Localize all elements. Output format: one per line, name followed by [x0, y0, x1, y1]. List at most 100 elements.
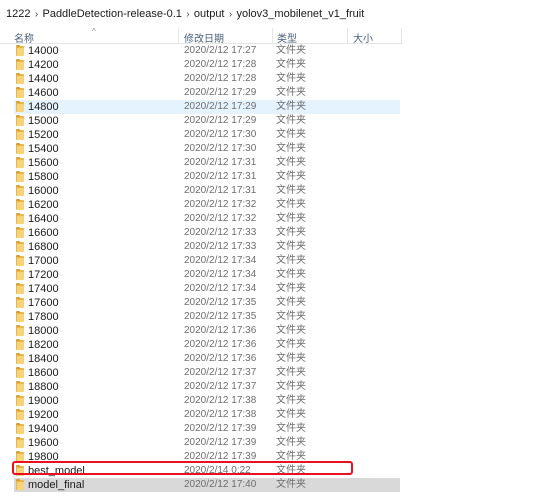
breadcrumb-item-1222[interactable]: 1222 [6, 8, 30, 20]
file-row[interactable]: 17400 2020/2/12 17:34 文件夹 [14, 282, 400, 296]
file-type: 文件夹 [276, 269, 306, 280]
file-modified-date: 2020/2/12 17:31 [184, 171, 257, 182]
folder-icon [16, 157, 24, 168]
file-row[interactable]: 17200 2020/2/12 17:34 文件夹 [14, 268, 400, 282]
file-modified-date: 2020/2/12 17:39 [184, 437, 257, 448]
file-name: 16200 [28, 199, 59, 211]
file-row[interactable]: 18800 2020/2/12 17:37 文件夹 [14, 380, 400, 394]
column-divider[interactable] [347, 28, 348, 44]
file-type: 文件夹 [276, 171, 306, 182]
file-row[interactable]: 14200 2020/2/12 17:28 文件夹 [14, 58, 400, 72]
file-name: model_final [28, 479, 85, 491]
folder-icon [16, 381, 24, 392]
file-row[interactable]: 16400 2020/2/12 17:32 文件夹 [14, 212, 400, 226]
file-row[interactable]: 17000 2020/2/12 17:34 文件夹 [14, 254, 400, 268]
file-type: 文件夹 [276, 255, 306, 266]
file-name: 17000 [28, 255, 59, 267]
file-row[interactable]: 15800 2020/2/12 17:31 文件夹 [14, 170, 400, 184]
file-row[interactable]: 18200 2020/2/12 17:36 文件夹 [14, 338, 400, 352]
column-header-date[interactable]: 修改日期 [184, 30, 224, 45]
file-modified-date: 2020/2/12 17:28 [184, 59, 257, 70]
file-modified-date: 2020/2/12 17:35 [184, 311, 257, 322]
file-type: 文件夹 [276, 129, 306, 140]
file-row[interactable]: 18000 2020/2/12 17:36 文件夹 [14, 324, 400, 338]
file-row[interactable]: 16200 2020/2/12 17:32 文件夹 [14, 198, 400, 212]
column-divider[interactable] [272, 28, 273, 44]
chevron-right-icon: › [228, 8, 233, 20]
file-modified-date: 2020/2/12 17:29 [184, 87, 257, 98]
column-header-type[interactable]: 类型 [277, 30, 297, 45]
breadcrumb-item-output[interactable]: output [194, 8, 225, 20]
folder-icon [16, 283, 24, 294]
file-name: 16000 [28, 185, 59, 197]
file-name: 15200 [28, 129, 59, 141]
file-modified-date: 2020/2/12 17:37 [184, 381, 257, 392]
file-type: 文件夹 [276, 437, 306, 448]
folder-icon [16, 227, 24, 238]
file-modified-date: 2020/2/12 17:38 [184, 395, 257, 406]
folder-icon [16, 311, 24, 322]
folder-icon [16, 409, 24, 420]
folder-icon [16, 297, 24, 308]
file-row[interactable]: model_final 2020/2/12 17:40 文件夹 [14, 478, 400, 492]
file-modified-date: 2020/2/12 17:30 [184, 143, 257, 154]
file-row[interactable]: 14400 2020/2/12 17:28 文件夹 [14, 72, 400, 86]
file-row[interactable]: 14600 2020/2/12 17:29 文件夹 [14, 86, 400, 100]
file-name: 17600 [28, 297, 59, 309]
file-type: 文件夹 [276, 311, 306, 322]
file-row[interactable]: 19400 2020/2/12 17:39 文件夹 [14, 422, 400, 436]
file-name: 17200 [28, 269, 59, 281]
file-type: 文件夹 [276, 157, 306, 168]
breadcrumb-item-paddledetection[interactable]: PaddleDetection-release-0.1 [42, 8, 181, 20]
column-divider[interactable] [401, 28, 402, 44]
file-row[interactable]: 14800 2020/2/12 17:29 文件夹 [14, 100, 400, 114]
file-type: 文件夹 [276, 87, 306, 98]
file-name: 15600 [28, 157, 59, 169]
file-row[interactable]: 15600 2020/2/12 17:31 文件夹 [14, 156, 400, 170]
file-row[interactable]: 15400 2020/2/12 17:30 文件夹 [14, 142, 400, 156]
column-divider[interactable] [178, 28, 179, 44]
file-type: 文件夹 [276, 479, 306, 490]
file-modified-date: 2020/2/12 17:32 [184, 199, 257, 210]
file-type: 文件夹 [276, 339, 306, 350]
breadcrumb-item-current[interactable]: yolov3_mobilenet_v1_fruit [237, 8, 365, 20]
file-row[interactable]: 16600 2020/2/12 17:33 文件夹 [14, 226, 400, 240]
file-name: 15400 [28, 143, 59, 155]
column-header-size[interactable]: 大小 [353, 30, 373, 45]
file-modified-date: 2020/2/12 17:36 [184, 339, 257, 350]
file-row[interactable]: 14000 2020/2/12 17:27 文件夹 [14, 44, 400, 58]
file-name: 17400 [28, 283, 59, 295]
file-row[interactable]: 15200 2020/2/12 17:30 文件夹 [14, 128, 400, 142]
file-name: 14000 [28, 45, 59, 57]
file-row[interactable]: 17600 2020/2/12 17:35 文件夹 [14, 296, 400, 310]
file-row[interactable]: 19200 2020/2/12 17:38 文件夹 [14, 408, 400, 422]
file-row[interactable]: 16000 2020/2/12 17:31 文件夹 [14, 184, 400, 198]
folder-icon [16, 59, 24, 70]
file-type: 文件夹 [276, 199, 306, 210]
file-row[interactable]: 19600 2020/2/12 17:39 文件夹 [14, 436, 400, 450]
file-name: 14600 [28, 87, 59, 99]
file-row[interactable]: 16800 2020/2/12 17:33 文件夹 [14, 240, 400, 254]
folder-icon [16, 101, 24, 112]
column-header-bar: 名称 ^ 修改日期 类型 大小 [0, 27, 403, 45]
file-type: 文件夹 [276, 325, 306, 336]
file-modified-date: 2020/2/12 17:27 [184, 45, 257, 56]
folder-icon [16, 129, 24, 140]
file-row[interactable]: 18600 2020/2/12 17:37 文件夹 [14, 366, 400, 380]
column-header-name[interactable]: 名称 [14, 30, 34, 45]
file-modified-date: 2020/2/12 17:40 [184, 479, 257, 490]
file-type: 文件夹 [276, 143, 306, 154]
file-row[interactable]: 18400 2020/2/12 17:36 文件夹 [14, 352, 400, 366]
file-type: 文件夹 [276, 297, 306, 308]
file-modified-date: 2020/2/12 17:29 [184, 115, 257, 126]
file-modified-date: 2020/2/12 17:33 [184, 241, 257, 252]
file-row[interactable]: 17800 2020/2/12 17:35 文件夹 [14, 310, 400, 324]
file-row[interactable]: 15000 2020/2/12 17:29 文件夹 [14, 114, 400, 128]
file-modified-date: 2020/2/12 17:30 [184, 129, 257, 140]
folder-icon [16, 325, 24, 336]
file-name: 14800 [28, 101, 59, 113]
file-row[interactable]: 19000 2020/2/12 17:38 文件夹 [14, 394, 400, 408]
file-name: 14400 [28, 73, 59, 85]
file-name: 16400 [28, 213, 59, 225]
folder-icon [16, 73, 24, 84]
